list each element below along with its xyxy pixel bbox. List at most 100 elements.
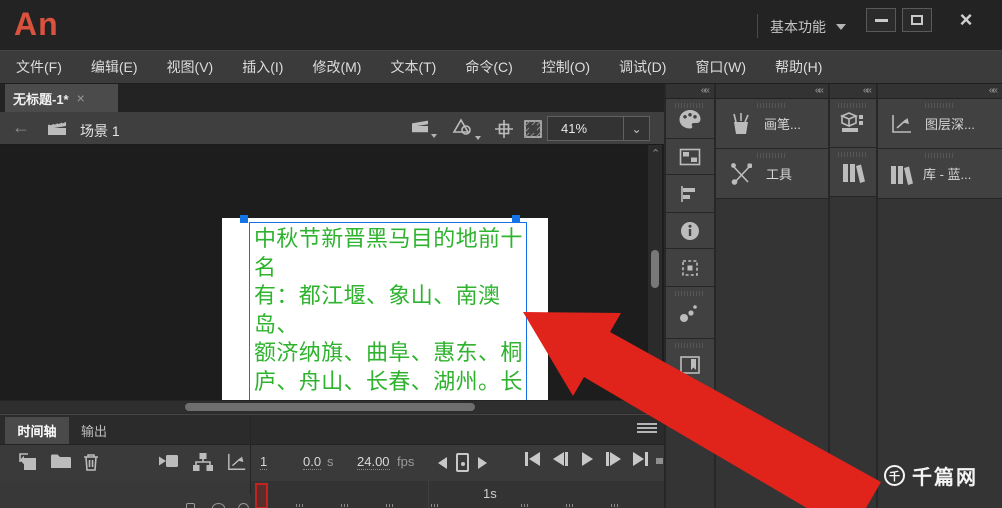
menu-debug[interactable]: 调试(D) (619, 57, 666, 77)
step-back-one-frame-button[interactable] (553, 452, 568, 466)
graph-icon (228, 453, 246, 470)
brushes-panel-label: 画笔... (764, 117, 801, 132)
watermark-text: 千篇网 (912, 467, 978, 489)
grip-dots (757, 103, 787, 108)
timeline-ruler[interactable]: 1s (0, 481, 664, 508)
layer-depth-panel-button[interactable]: 图层深... (878, 99, 1002, 149)
collapse-panels-icon[interactable]: «« (863, 86, 872, 96)
tab-close-icon[interactable]: × (77, 90, 85, 106)
grip-dots (838, 103, 868, 108)
library-panel-icon-button[interactable] (830, 148, 876, 197)
snippets-panel-button[interactable] (666, 339, 714, 391)
components-panel-button[interactable] (830, 99, 876, 148)
align-panel-button[interactable] (666, 175, 714, 213)
camera-button[interactable] (158, 452, 180, 473)
scroll-up-icon[interactable]: ⌃ (651, 147, 660, 160)
go-to-first-frame-button[interactable] (525, 452, 540, 466)
palette-icon (679, 109, 701, 128)
step-forward-one-frame-button[interactable] (606, 452, 621, 466)
selection-handle-right[interactable] (512, 215, 520, 223)
collapse-panels-icon[interactable]: «« (701, 86, 710, 96)
transform-panel-button[interactable] (666, 249, 714, 287)
menu-file[interactable]: 文件(F) (16, 57, 62, 77)
resize-handle[interactable] (656, 458, 663, 464)
scroll-down-icon[interactable]: ⌄ (651, 385, 660, 398)
chevron-down-icon (836, 24, 846, 30)
watermark: 千 千篇网 (884, 461, 978, 490)
step-forward-icon[interactable] (478, 456, 487, 469)
vertical-scroll-thumb[interactable] (651, 250, 659, 288)
menu-modify[interactable]: 修改(M) (312, 57, 361, 77)
maximize-icon (911, 15, 923, 25)
selection-handle-left[interactable] (240, 215, 248, 223)
menu-view[interactable]: 视图(V) (167, 57, 214, 77)
menu-edit[interactable]: 编辑(E) (91, 57, 138, 77)
elapsed-time-field[interactable]: 0.0 (303, 454, 322, 470)
back-arrow-icon[interactable]: ← (12, 117, 30, 138)
playhead-marker-icon[interactable] (456, 453, 469, 472)
library-panel-button[interactable]: 库 - 蓝... (878, 149, 1002, 199)
tab-output[interactable]: 输出 (71, 417, 117, 444)
swatches-panel-button[interactable] (666, 139, 714, 175)
zoom-level-dropdown[interactable]: 41% ⌄ (547, 116, 650, 141)
swatches-icon (679, 148, 701, 165)
minimize-button[interactable] (866, 8, 896, 32)
horizontal-scrollbar[interactable]: › (0, 400, 664, 415)
scroll-right-icon[interactable]: › (656, 400, 660, 415)
menu-insert[interactable]: 插入(I) (242, 57, 283, 77)
horizontal-scroll-thumb[interactable] (185, 403, 475, 411)
layer-parenting-button[interactable] (192, 452, 214, 475)
new-folder-button[interactable] (50, 452, 72, 473)
tab-timeline[interactable]: 时间轴 (5, 417, 69, 444)
trash-icon (84, 454, 98, 471)
lock-icon[interactable] (186, 503, 195, 508)
brushes-panel-button[interactable]: 画笔... (716, 99, 828, 149)
clip-content-button[interactable] (523, 119, 543, 142)
maximize-button[interactable] (902, 8, 932, 32)
collapse-panels-icon[interactable]: «« (989, 86, 998, 96)
menu-bar: 文件(F) 编辑(E) 视图(V) 插入(I) 修改(M) 文本(T) 命令(C… (0, 50, 1002, 84)
edit-scene-button[interactable] (410, 118, 437, 138)
title-bar: An 基本功能 × (0, 0, 1002, 50)
menu-window[interactable]: 窗口(W) (695, 57, 746, 77)
current-frame-field[interactable]: 1 (260, 454, 268, 470)
menu-help[interactable]: 帮助(H) (775, 57, 822, 77)
workspace-switcher[interactable]: 基本功能 (770, 17, 846, 37)
watermark-logo-icon: 千 (884, 465, 905, 486)
tools-panel-button[interactable]: 工具 (716, 149, 828, 199)
menu-control[interactable]: 控制(O) (542, 57, 590, 77)
collapse-panels-icon[interactable]: «« (815, 86, 824, 96)
frame-graph-button[interactable] (226, 452, 248, 475)
document-tab-bar: 无标题-1* × (0, 84, 664, 112)
selected-text-box[interactable]: 中秋节新晋黑马目的地前十名 有：都江堰、象山、南澳岛、 额济纳旗、曲阜、惠东、桐… (249, 222, 527, 400)
menu-text[interactable]: 文本(T) (390, 57, 436, 77)
chevron-down-icon (431, 134, 437, 138)
delete-layer-button[interactable] (82, 452, 100, 475)
library-panel-label: 库 - 蓝... (923, 167, 972, 182)
panel-dock: «« «« «« «« 画笔... 工具 图层深... 库 - 蓝... (664, 84, 1002, 508)
eye-icon[interactable] (212, 503, 225, 508)
canvas-pasteboard[interactable]: 中秋节新晋黑马目的地前十名 有：都江堰、象山、南澳岛、 额济纳旗、曲阜、惠东、桐… (0, 145, 664, 400)
outline-icon[interactable] (238, 503, 249, 508)
dots-icon (680, 304, 697, 322)
vertical-scrollbar[interactable]: ⌃ ⌄ (648, 145, 662, 400)
particles-panel-button[interactable] (666, 287, 714, 339)
center-frame-button[interactable] (494, 119, 514, 142)
step-back-icon[interactable] (438, 456, 447, 469)
frame-rate-field[interactable]: 24.00 (357, 454, 390, 470)
zoom-level-value: 41% (561, 121, 588, 136)
play-button[interactable] (582, 452, 593, 466)
menu-commands[interactable]: 命令(C) (465, 57, 512, 77)
new-layer-button[interactable] (18, 452, 38, 475)
info-panel-button[interactable] (666, 213, 714, 249)
color-panel-button[interactable] (666, 99, 714, 139)
panel-menu-icon[interactable] (637, 423, 657, 436)
layer-pane-divider[interactable] (250, 415, 251, 494)
edit-symbols-button[interactable] (452, 118, 481, 140)
wrench-screwdriver-icon (731, 162, 752, 185)
go-to-last-frame-button[interactable] (633, 452, 648, 466)
grip-dots (675, 103, 705, 108)
stage[interactable]: 中秋节新晋黑马目的地前十名 有：都江堰、象山、南澳岛、 额济纳旗、曲阜、惠东、桐… (222, 218, 548, 400)
close-window-button[interactable]: × (948, 6, 984, 34)
document-tab[interactable]: 无标题-1* × (5, 84, 118, 112)
